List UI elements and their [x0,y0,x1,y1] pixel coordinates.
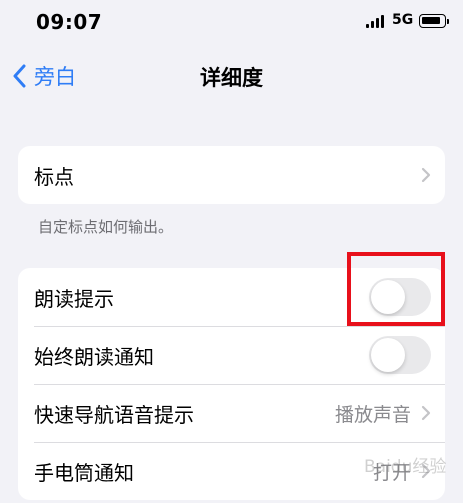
always-speak-notifications-label: 始终朗读通知 [34,344,154,369]
flashlight-notifications-label: 手电筒通知 [34,460,134,485]
toggle-knob [371,338,405,372]
quick-nav-feedback-row[interactable]: 快速导航语音提示 播放声音 [18,384,445,442]
chevron-right-icon [421,405,431,421]
highlight-annotation-box [347,252,445,326]
punctuation-group: 标点 [18,146,445,204]
punctuation-row[interactable]: 标点 [18,146,445,204]
quick-nav-feedback-label: 快速导航语音提示 [34,402,194,427]
chevron-right-icon [421,463,431,479]
always-speak-notifications-toggle[interactable] [369,336,431,374]
status-time: 09:07 [36,10,103,34]
flashlight-notifications-row[interactable]: 手电筒通知 打开 [18,442,445,500]
battery-icon [419,14,449,28]
punctuation-footnote: 自定标点如何输出。 [38,218,174,236]
punctuation-label: 标点 [34,164,74,189]
chevron-right-icon [421,167,431,183]
status-bar: 09:07 5G [0,0,463,46]
navigation-bar: 旁白 详细度 [0,46,463,106]
flashlight-notifications-value: 打开 [372,461,411,484]
always-speak-notifications-row: 始终朗读通知 [18,326,445,384]
speak-hints-label: 朗读提示 [34,286,114,311]
quick-nav-feedback-value: 播放声音 [334,403,411,426]
page-title: 详细度 [200,66,263,90]
cellular-signal-icon [366,14,386,28]
network-type: 5G [392,12,414,28]
